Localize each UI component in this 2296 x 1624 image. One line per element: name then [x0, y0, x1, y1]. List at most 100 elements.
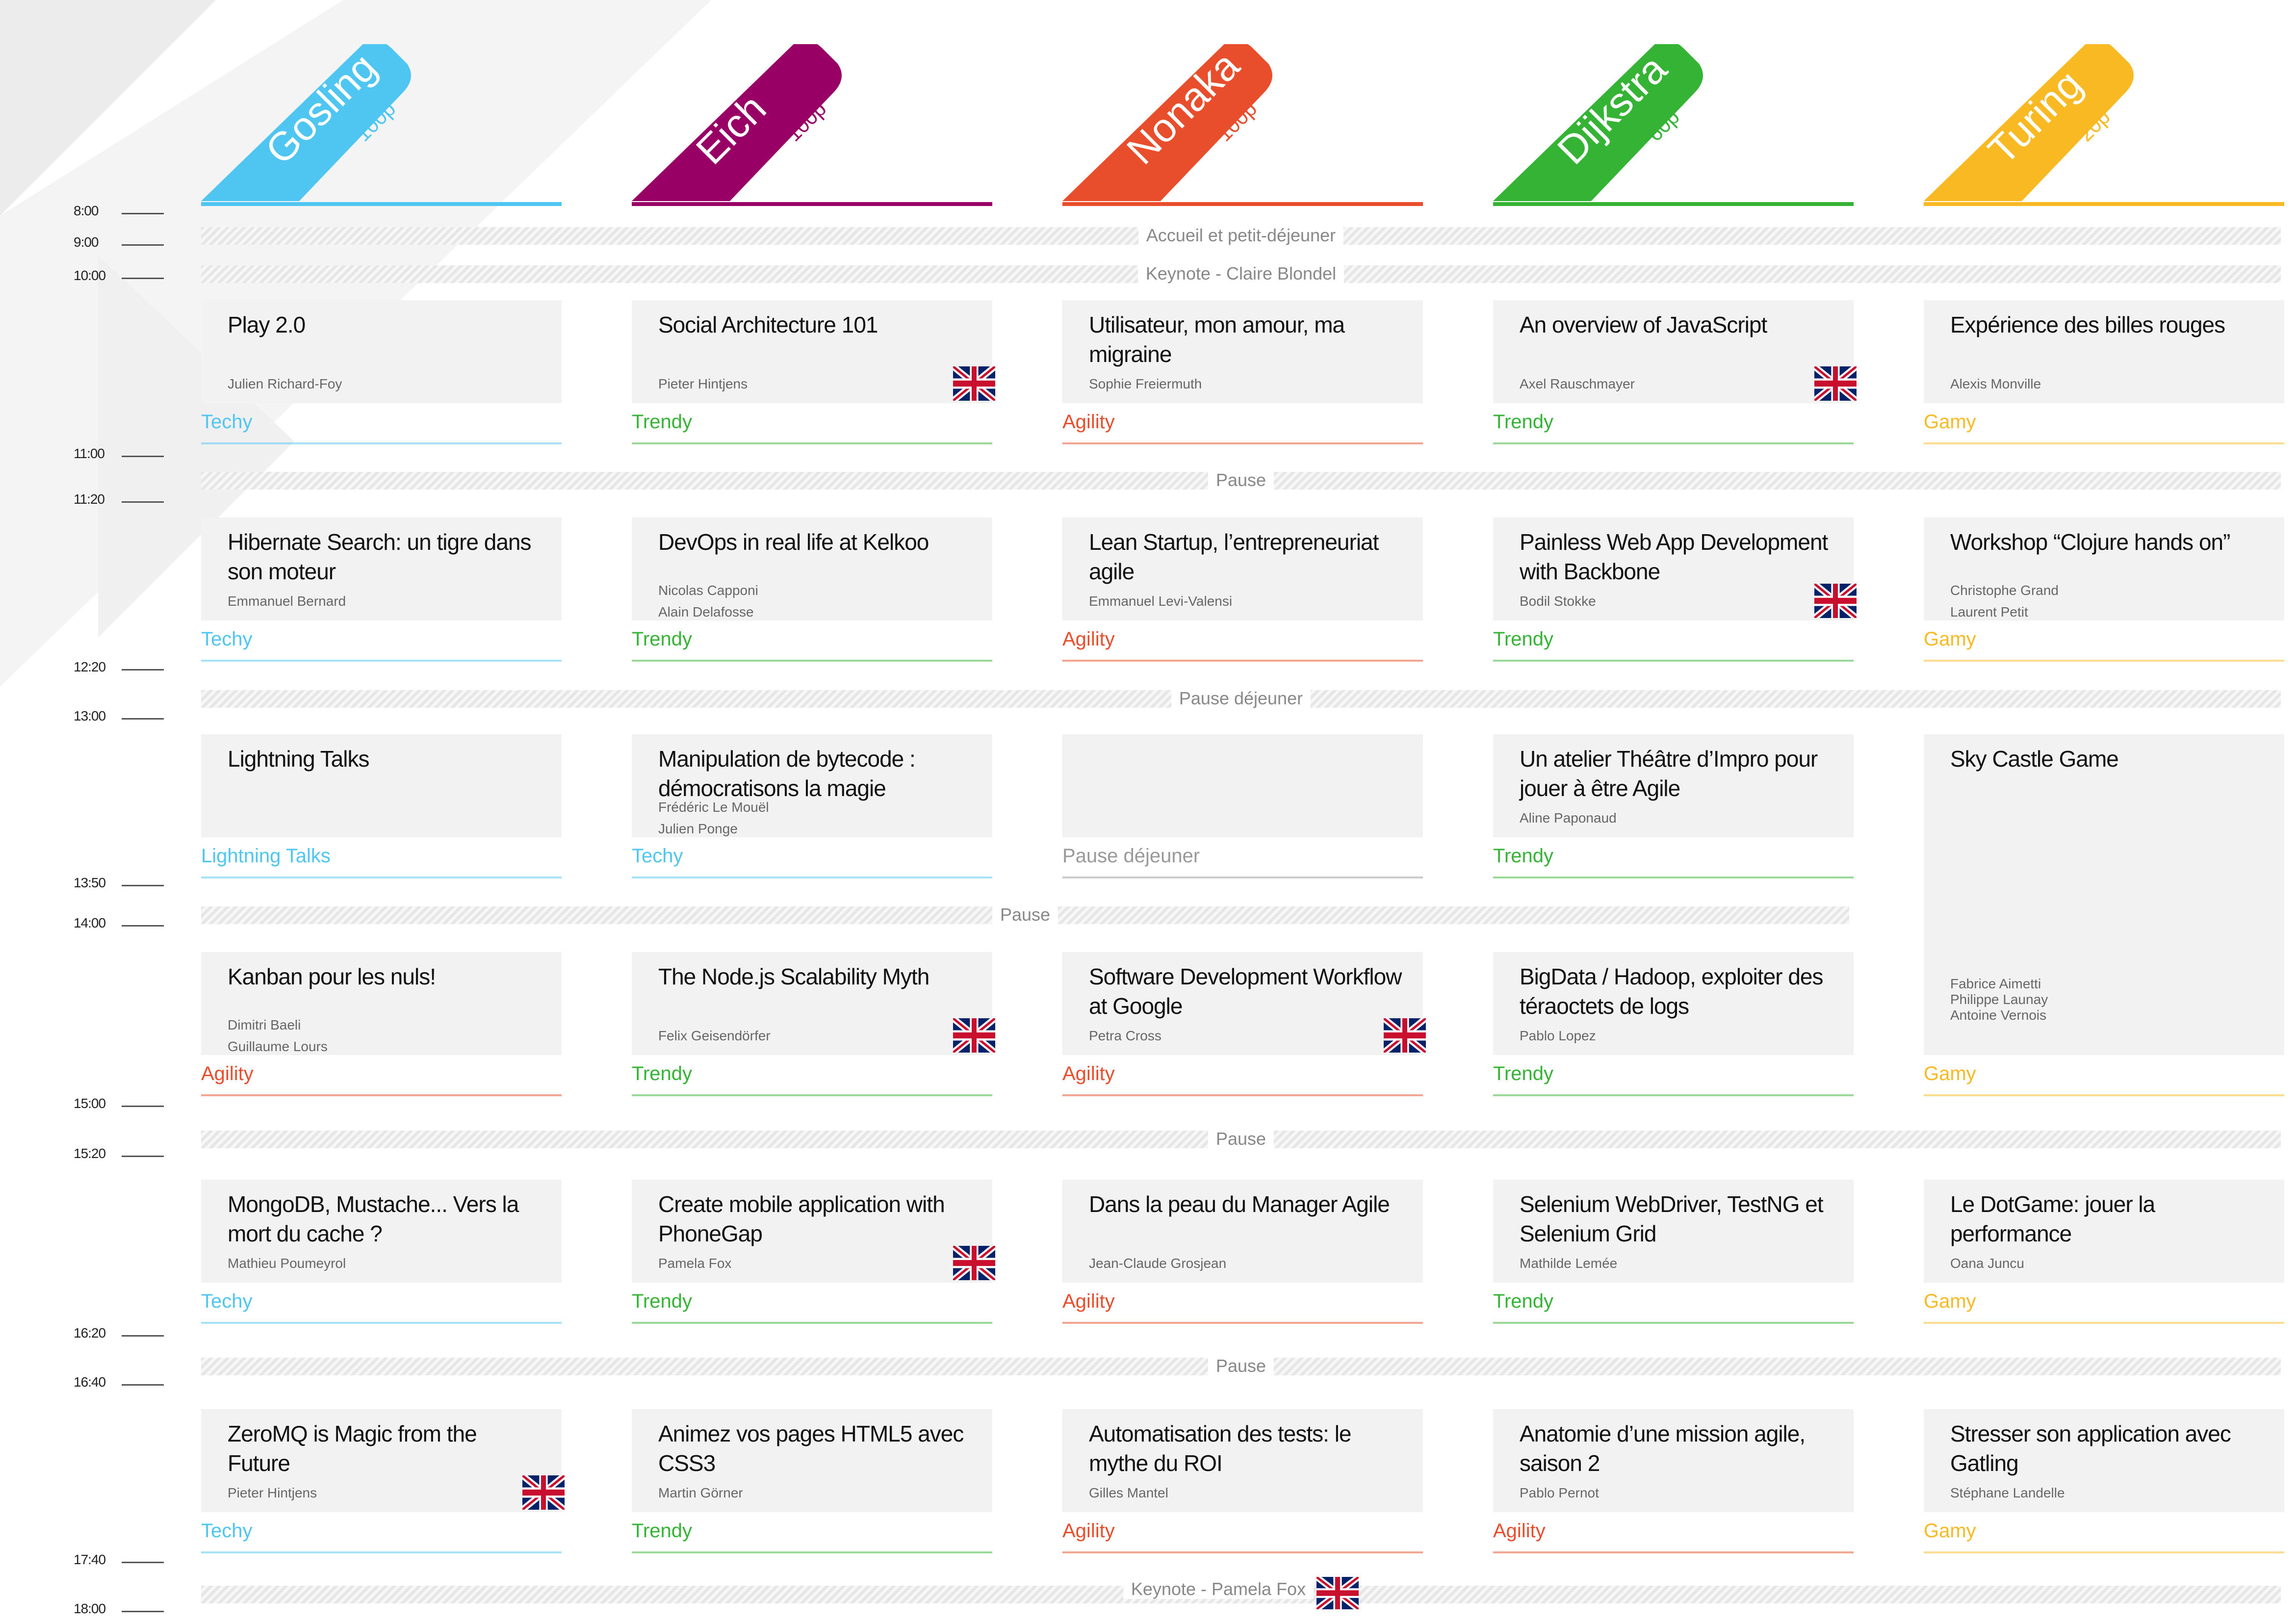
session-title: Kanban pour les nuls!: [228, 964, 436, 989]
time-tick: [122, 1562, 164, 1563]
track-underline: [1062, 660, 1423, 662]
room-header: Gosling 100p: [201, 44, 562, 206]
session-title: Manipulation de bytecode : démocratisons…: [658, 746, 916, 801]
track-underline: [201, 660, 562, 662]
session-track[interactable]: Agility: [1062, 1520, 1115, 1542]
session-speaker: Alain Delafosse: [658, 604, 754, 619]
session-title: Automatisation des tests: le mythe du RO…: [1089, 1421, 1352, 1476]
time-label: 11:00: [74, 446, 105, 461]
session-track[interactable]: Lightning Talks: [201, 845, 331, 867]
session-title: DevOps in real life at Kelkoo: [658, 529, 929, 555]
break-label-wrap: Pause: [201, 470, 2281, 490]
session-track[interactable]: Agility: [1062, 1290, 1115, 1313]
session-title: Lightning Talks: [228, 746, 369, 772]
track-underline: [1062, 876, 1423, 878]
time-tick: [122, 244, 164, 246]
session-track[interactable]: Agility: [1062, 411, 1115, 433]
time-tick: [122, 718, 164, 720]
track-underline: [1062, 1322, 1423, 1324]
session-title: Dans la peau du Manager Agile: [1089, 1191, 1390, 1217]
session-speaker: Pablo Pernot: [1520, 1485, 1599, 1500]
uk-flag-icon: [1814, 366, 1857, 401]
session-track[interactable]: Trendy: [632, 628, 692, 650]
break-label: Pause: [1208, 1356, 1274, 1376]
time-tick: [122, 1384, 164, 1386]
session-track[interactable]: Agility: [201, 1063, 254, 1085]
time-tick: [122, 1106, 164, 1107]
track-underline: [1062, 1551, 1423, 1553]
session-title: Expérience des billes rouges: [1950, 312, 2225, 337]
time-tick: [122, 1156, 164, 1157]
session-track[interactable]: Trendy: [632, 1520, 692, 1542]
track-underline: [632, 660, 992, 662]
time-tick: [122, 885, 164, 886]
session-track[interactable]: Trendy: [632, 1063, 692, 1085]
session-track[interactable]: Agility: [1493, 1520, 1546, 1542]
session-track[interactable]: Trendy: [632, 1290, 692, 1313]
session-speaker: Pieter Hintjens: [658, 376, 748, 391]
break-label-wrap: Accueil et petit-déjeuner: [201, 225, 2281, 246]
break-band: Keynote - Pamela Fox: [201, 1586, 2281, 1603]
session-track[interactable]: Techy: [201, 1520, 253, 1542]
time-tick: [122, 213, 164, 214]
session-track[interactable]: Agility: [1062, 628, 1115, 650]
session-speaker: Julien Ponge: [658, 821, 738, 836]
session-speaker: Petra Cross: [1089, 1028, 1161, 1043]
break-label-wrap: Pause: [201, 904, 1849, 925]
break-label: Pause déjeuner: [1171, 688, 1311, 708]
room-underline: [1924, 202, 2284, 206]
break-label: Pause: [1208, 1129, 1274, 1149]
session-track[interactable]: Trendy: [1493, 845, 1553, 867]
time-tick: [122, 278, 164, 279]
track-underline: [201, 442, 562, 444]
session-speaker: Nicolas Capponi: [658, 583, 758, 598]
session-speaker: Oana Juncu: [1950, 1256, 2024, 1271]
uk-flag-icon: [953, 1246, 995, 1280]
uk-flag-icon: [522, 1475, 565, 1510]
track-underline: [632, 1551, 992, 1553]
session-track[interactable]: Techy: [201, 1290, 253, 1313]
session-track[interactable]: Trendy: [1493, 628, 1553, 650]
session-title: Animez vos pages HTML5 avec CSS3: [658, 1421, 964, 1476]
session-track[interactable]: Trendy: [1493, 1290, 1553, 1313]
session-track[interactable]: Gamy: [1924, 628, 1976, 650]
session-speaker: Gilles Mantel: [1089, 1485, 1168, 1500]
room-header: Turing 20p: [1924, 44, 2284, 206]
session-track[interactable]: Trendy: [1493, 411, 1553, 433]
track-underline: [1493, 876, 1854, 878]
track-underline: [632, 1322, 992, 1324]
session-speaker: Alexis Monville: [1950, 376, 2041, 391]
session-speaker: Mathilde Lemée: [1520, 1256, 1618, 1271]
time-label: 8:00: [74, 203, 99, 218]
track-underline: [1062, 1094, 1423, 1096]
session-track[interactable]: Gamy: [1924, 1290, 1976, 1313]
uk-flag-icon: [953, 366, 995, 401]
session-track[interactable]: Trendy: [632, 411, 692, 433]
session-track[interactable]: Gamy: [1924, 1063, 1976, 1085]
session-track[interactable]: Agility: [1062, 1063, 1115, 1085]
session-track[interactable]: Techy: [201, 628, 253, 650]
time-label: 13:50: [74, 875, 106, 890]
session-track[interactable]: Gamy: [1924, 1520, 1976, 1542]
session-speaker: Martin Görner: [658, 1485, 743, 1500]
session-speaker: Bodil Stokke: [1520, 593, 1596, 609]
session-track[interactable]: Trendy: [1493, 1063, 1553, 1085]
track-underline: [201, 876, 562, 878]
room-underline: [632, 202, 992, 206]
session-title: Selenium WebDriver, TestNG et Selenium G…: [1520, 1191, 1824, 1246]
session-title: Anatomie d’une mission agile, saison 2: [1520, 1421, 1806, 1476]
break-band: Pause: [201, 1356, 2281, 1376]
track-underline: [1924, 1551, 2284, 1553]
track-underline: [1924, 1094, 2284, 1096]
session-title: Create mobile application with PhoneGap: [658, 1191, 945, 1246]
track-underline: [201, 1551, 562, 1553]
session-track[interactable]: Gamy: [1924, 411, 1976, 433]
session-track[interactable]: Pause déjeuner: [1062, 845, 1200, 867]
break-band: Pause: [201, 1129, 2281, 1149]
session-speaker: Mathieu Poumeyrol: [228, 1256, 346, 1271]
session-speaker: Emmanuel Levi-Valensi: [1089, 593, 1233, 609]
session-track[interactable]: Techy: [632, 845, 683, 867]
track-underline: [1062, 442, 1423, 444]
session-track[interactable]: Techy: [201, 411, 253, 433]
track-underline: [1493, 442, 1854, 444]
